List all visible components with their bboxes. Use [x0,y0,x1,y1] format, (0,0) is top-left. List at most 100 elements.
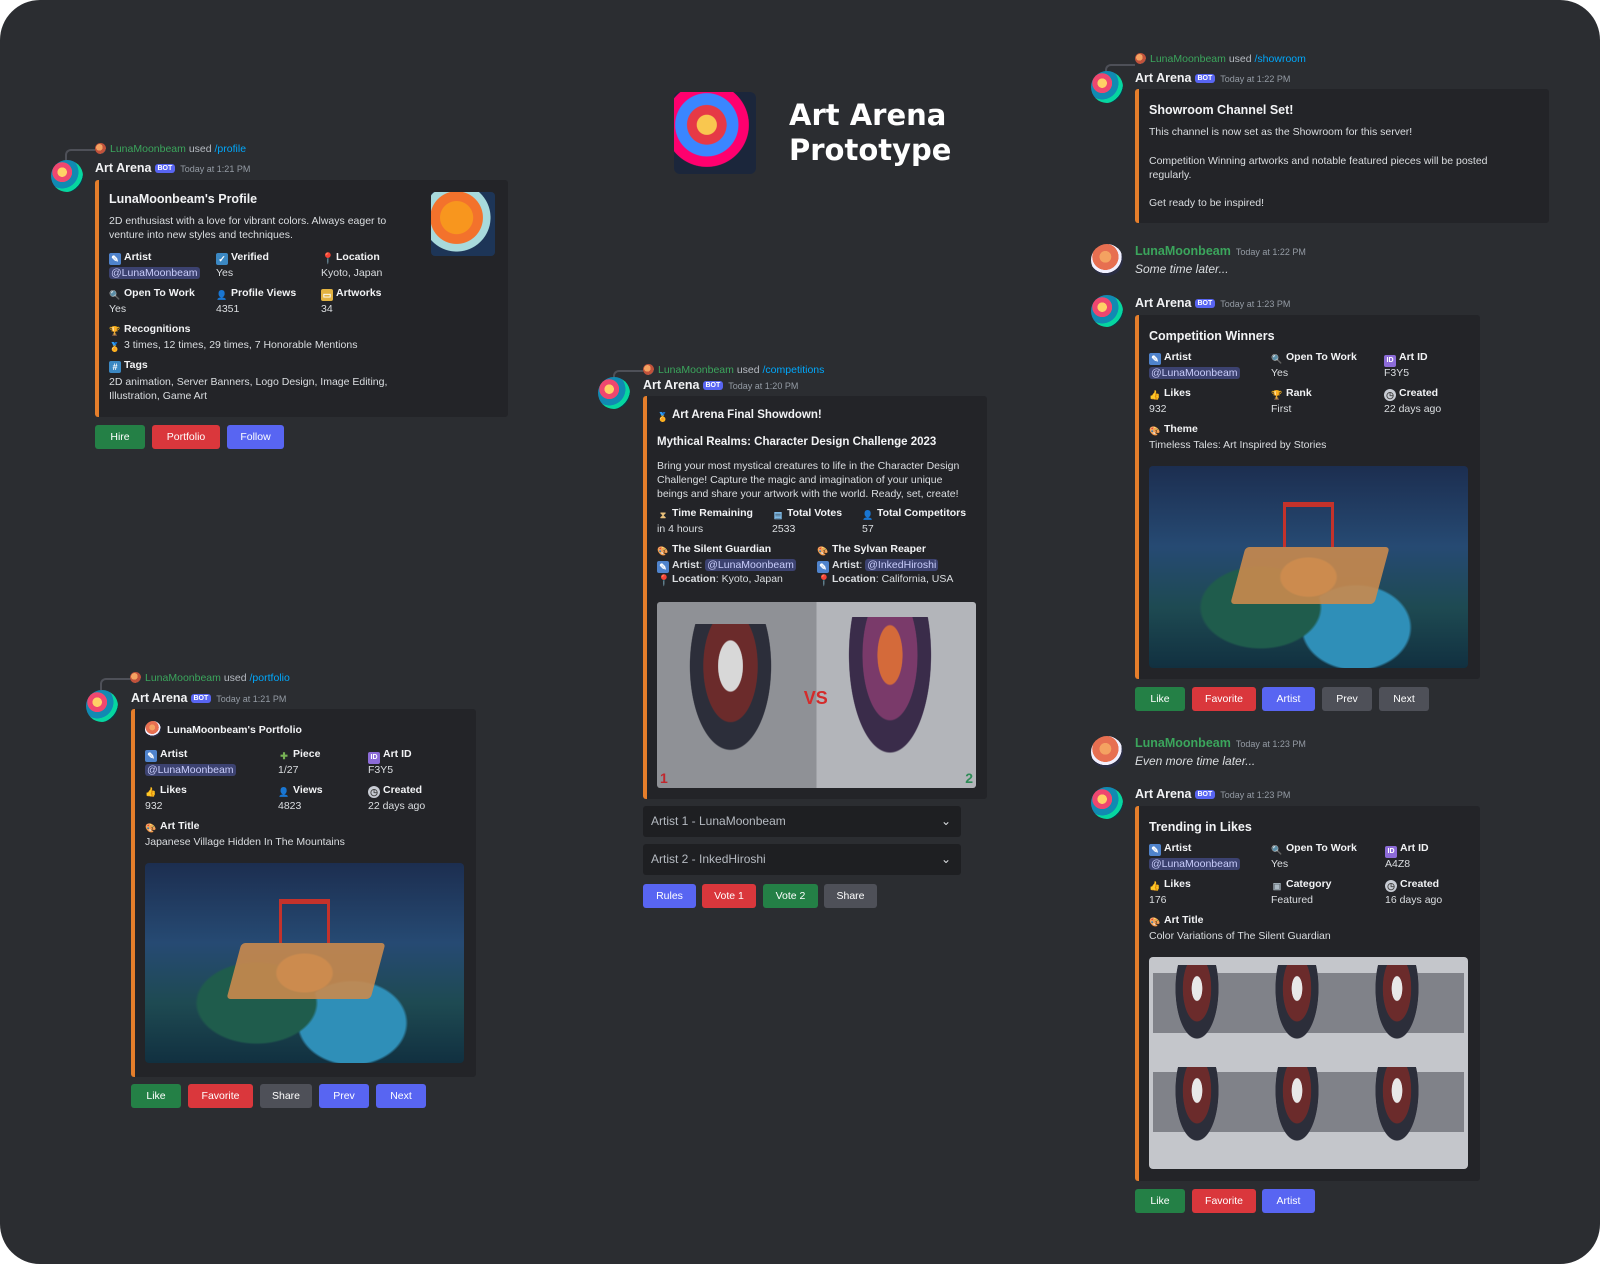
user-avatar[interactable] [1091,244,1123,276]
bot-badge: BOT [190,694,212,703]
field-art-id-value: F3Y5 [1384,367,1410,379]
reply-user[interactable]: LunaMoonbeam [658,364,734,376]
command-name[interactable]: /competitions [763,364,825,376]
variant-figure [1171,1067,1223,1151]
bot-name[interactable]: Art Arena [1135,787,1192,801]
hire-button[interactable]: Hire [95,425,145,449]
color-variants-image[interactable] [1149,957,1468,1169]
used-label: used [223,672,247,684]
mention-inkedhiroshi[interactable]: @InkedHiroshi [865,559,939,571]
profile-thumbnail[interactable] [431,192,495,256]
prev-button[interactable]: Prev [1322,687,1372,711]
field-open-value: Yes [1271,858,1289,870]
mention-lunamoonbeam[interactable]: @LunaMoonbeam [145,764,236,776]
message-header: LunaMoonbeam Today at 1:23 PM [1135,736,1306,750]
favorite-button[interactable]: Favorite [1192,1189,1256,1213]
prev-button[interactable]: Prev [319,1084,369,1108]
field-label: Likes [1164,878,1191,890]
next-button[interactable]: Next [376,1084,426,1108]
mention-lunamoonbeam[interactable]: @LunaMoonbeam [1149,858,1240,870]
reply-user[interactable]: LunaMoonbeam [145,672,221,684]
embed-description: 2D enthusiast with a love for vibrant co… [109,215,387,241]
artwork-image[interactable] [145,863,464,1063]
entry2-artist: ✎ Artist: @InkedHiroshi [817,559,939,573]
share-button[interactable]: Share [824,884,877,908]
field-label: Created [1400,878,1440,890]
command-name[interactable]: /showroom [1255,53,1306,65]
field-category-value: Featured [1271,894,1314,906]
field-art-title-value: Japanese Village Hidden In The Mountains [145,836,345,848]
artist2-select[interactable]: Artist 2 - InkedHiroshi ⌄ [643,844,961,875]
artist1-select[interactable]: Artist 1 - LunaMoonbeam ⌄ [643,806,961,837]
field-label: Verified [231,251,269,263]
command-name[interactable]: /portfolio [250,672,290,684]
puzzle-icon: ✚ [280,751,288,761]
user-name[interactable]: LunaMoonbeam [1135,736,1231,750]
artist-button[interactable]: Artist [1262,687,1315,711]
mention-lunamoonbeam[interactable]: @LunaMoonbeam [1149,367,1240,379]
field-art-id-value: A4Z8 [1385,858,1411,870]
village-deck [226,943,386,999]
mention-lunamoonbeam[interactable]: @LunaMoonbeam [705,559,796,571]
recognitions-text: 3 times, 12 times, 29 times, 7 Honorable… [124,339,358,351]
timestamp: Today at 1:21 PM [216,694,287,704]
favorite-button[interactable]: Favorite [1192,687,1256,711]
command-name[interactable]: /profile [215,143,247,155]
field-label: Artist [124,251,152,263]
entry1-location: 📍Location: Kyoto, Japan [657,573,783,587]
vote2-button[interactable]: Vote 2 [763,884,818,908]
field-artist-value: @LunaMoonbeam [1149,367,1240,379]
field-created-value: 22 days ago [368,800,426,812]
embed-author-name: LunaMoonbeam's Portfolio [167,724,302,736]
mention-lunamoonbeam[interactable]: @LunaMoonbeam [109,267,200,279]
field-label: Artist [1164,842,1192,854]
entry-title-text: The Sylvan Reaper [832,543,926,555]
bot-avatar[interactable] [86,690,118,722]
paintbrush-icon: ✎ [109,253,121,265]
field-likes: 👍 Likes [1149,387,1190,401]
variant-figure [1371,1067,1423,1151]
hero: Art Arena Prototype [674,92,954,182]
bot-avatar[interactable] [1091,71,1123,103]
hero-title: Art Arena Prototype [789,98,951,168]
field-time-remaining: ⧗ Time Remaining [657,507,753,521]
artist-button[interactable]: Artist [1262,1189,1315,1213]
clock-icon: ◷ [1385,880,1397,892]
bot-name[interactable]: Art Arena [1135,71,1192,85]
bot-name[interactable]: Art Arena [643,378,700,392]
bot-avatar[interactable] [598,377,630,409]
winning-artwork-image[interactable] [1149,466,1468,668]
field-created: ◷ Created [1385,878,1439,892]
bot-name[interactable]: Art Arena [95,161,152,175]
user-name[interactable]: LunaMoonbeam [1135,244,1231,258]
portfolio-button[interactable]: Portfolio [152,425,220,449]
palette-icon: 🎨 [1149,917,1161,927]
people-icon: 👤 [278,787,290,797]
entry1-title: 🎨 The Silent Guardian [657,543,771,557]
field-views: 👤 Views [278,784,322,798]
bot-avatar[interactable] [51,160,83,192]
bot-name[interactable]: Art Arena [1135,296,1192,310]
follow-button[interactable]: Follow [227,425,284,449]
bot-avatar[interactable] [1091,295,1123,327]
reply-user[interactable]: LunaMoonbeam [1150,53,1226,65]
embed-title: Mythical Realms: Character Design Challe… [657,436,937,448]
reply-user[interactable]: LunaMoonbeam [110,143,186,155]
versus-image[interactable]: VS 1 2 [657,602,976,788]
like-button[interactable]: Like [1135,1189,1185,1213]
message-header: Art Arena BOT Today at 1:20 PM [643,378,798,392]
like-button[interactable]: Like [1135,687,1185,711]
magnifier-icon: 🔍 [1271,845,1283,855]
bot-avatar[interactable] [1091,787,1123,819]
vote1-button[interactable]: Vote 1 [702,884,756,908]
message-header: Art Arena BOT Today at 1:23 PM [1135,296,1290,310]
vs-label: VS [803,687,828,708]
bot-name[interactable]: Art Arena [131,691,188,705]
field-rank: 🏆 Rank [1271,387,1311,401]
favorite-button[interactable]: Favorite [188,1084,253,1108]
like-button[interactable]: Like [131,1084,181,1108]
user-avatar[interactable] [1091,736,1123,768]
share-button[interactable]: Share [260,1084,312,1108]
next-button[interactable]: Next [1379,687,1429,711]
rules-button[interactable]: Rules [643,884,696,908]
